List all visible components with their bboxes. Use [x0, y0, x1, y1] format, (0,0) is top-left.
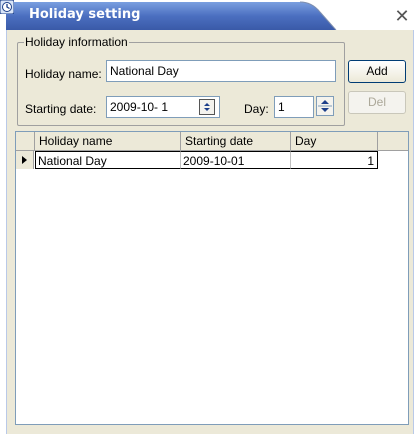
cell-day[interactable]: 1 [291, 151, 378, 169]
starting-date-picker[interactable]: 2009-10- 1 [106, 96, 220, 118]
title-tab: Holiday setting [0, 0, 360, 30]
holiday-name-label: Holiday name: [25, 67, 102, 81]
spin-icon [204, 103, 210, 111]
header-indicator-cell [16, 132, 35, 150]
cell-holiday-name[interactable]: National Day [35, 151, 181, 169]
holiday-name-input[interactable]: National Day [106, 60, 336, 82]
window-title: Holiday setting [29, 7, 141, 22]
starting-date-value: 2009-10- 1 [110, 100, 169, 114]
close-icon[interactable]: ✕ [393, 7, 411, 25]
day-label: Day: [244, 102, 269, 116]
row-indicator [16, 151, 34, 169]
updown-arrows-icon [318, 100, 332, 112]
cell-starting-date[interactable]: 2009-10-01 [181, 151, 291, 169]
column-header-starting-date[interactable]: Starting date [181, 132, 291, 150]
day-input[interactable]: 1 [274, 96, 314, 118]
grid-header: Holiday name Starting date Day [16, 132, 408, 151]
current-row-arrow-icon [22, 156, 27, 164]
app-clock-icon [0, 0, 14, 14]
holiday-grid[interactable]: Holiday name Starting date Day National … [15, 131, 409, 425]
starting-date-label: Starting date: [25, 102, 97, 116]
group-title: Holiday information [24, 35, 129, 49]
title-bar: Holiday setting ✕ [0, 0, 416, 30]
date-spin-button[interactable] [199, 99, 215, 115]
day-updown[interactable] [316, 96, 334, 116]
holiday-information-group: Holiday information Holiday name: Nation… [17, 35, 345, 126]
del-button[interactable]: Del [348, 91, 406, 114]
add-button[interactable]: Add [348, 60, 406, 83]
column-header-holiday-name[interactable]: Holiday name [35, 132, 181, 150]
column-header-day[interactable]: Day [291, 132, 378, 150]
table-row[interactable]: National Day 2009-10-01 1 [16, 151, 408, 169]
window-body: Holiday information Holiday name: Nation… [6, 30, 414, 434]
